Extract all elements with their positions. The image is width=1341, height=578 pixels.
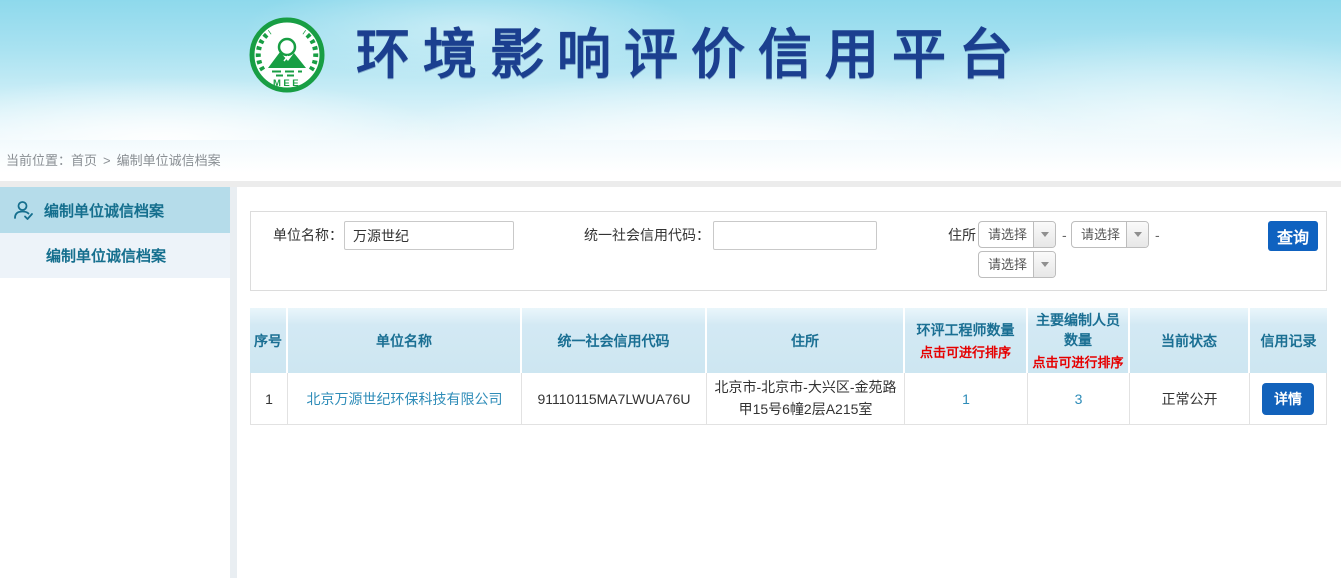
- header-status: 当前状态: [1130, 308, 1250, 373]
- credit-code-label: 统一社会信用代码：: [584, 221, 710, 249]
- table-row: 1 北京万源世纪环保科技有限公司 91110115MA7LWUA76U 北京市-…: [250, 373, 1327, 425]
- main-panel: 单位名称： 统一社会信用代码： 住所： 请选择 - 请选择 - 请选择: [237, 187, 1341, 578]
- query-button[interactable]: 查询: [1268, 221, 1318, 251]
- site-header: MEE 环境影响评价信用平台: [0, 0, 1341, 140]
- content-area: 编制单位诚信档案 编制单位诚信档案 单位名称： 统一社会信用代码： 住所： 请选…: [0, 187, 1341, 578]
- header-engineer-count-label: 环评工程师数量: [907, 320, 1024, 340]
- cell-address: 北京市-北京市-大兴区-金苑路甲15号6幢2层A215室: [707, 373, 905, 425]
- address-dash-1: -: [1062, 221, 1067, 249]
- breadcrumb: 当前位置：首页 > 编制单位诚信档案: [0, 140, 1341, 181]
- header-credit-code: 统一社会信用代码: [522, 308, 707, 373]
- sidebar-subitem-label: 编制单位诚信档案: [46, 245, 166, 266]
- brand: MEE 环境影响评价信用平台: [0, 0, 1341, 94]
- address-city-select[interactable]: 请选择: [1071, 221, 1149, 248]
- staff-count-link[interactable]: 3: [1075, 391, 1083, 407]
- mee-logo: MEE: [248, 16, 326, 94]
- header-unit-name: 单位名称: [288, 308, 522, 373]
- user-check-icon: [12, 199, 34, 221]
- breadcrumb-home-link[interactable]: 首页: [71, 153, 97, 168]
- breadcrumb-current: 编制单位诚信档案: [117, 153, 221, 168]
- page-title: 环境影响评价信用平台: [356, 16, 1026, 94]
- search-panel: 单位名称： 统一社会信用代码： 住所： 请选择 - 请选择 - 请选择: [250, 211, 1327, 291]
- cell-status: 正常公开: [1130, 373, 1250, 425]
- cell-credit-code: 91110115MA7LWUA76U: [522, 373, 707, 425]
- unit-name-label: 单位名称：: [273, 221, 343, 249]
- province-select-value: 请选择: [979, 222, 1033, 247]
- chevron-down-icon[interactable]: [1033, 252, 1055, 277]
- header-staff-count-label: 主要编制人员数量: [1030, 310, 1126, 350]
- chevron-down-icon[interactable]: [1126, 222, 1148, 247]
- header-index: 序号: [250, 308, 288, 373]
- sidebar: 编制单位诚信档案 编制单位诚信档案: [0, 187, 230, 578]
- engineer-count-link[interactable]: 1: [962, 391, 970, 407]
- header-address: 住所: [707, 308, 905, 373]
- sidebar-subitem-unit-credit-archive[interactable]: 编制单位诚信档案: [0, 233, 230, 278]
- address-dash-2: -: [1155, 221, 1160, 249]
- chevron-down-icon[interactable]: [1033, 222, 1055, 247]
- engineer-sort-hint[interactable]: 点击可进行排序: [907, 342, 1024, 361]
- detail-button[interactable]: 详情: [1262, 383, 1314, 415]
- credit-code-input[interactable]: [713, 221, 877, 250]
- page: MEE 环境影响评价信用平台 当前位置：首页 > 编制单位诚信档案 编制单位诚信档案: [0, 0, 1341, 578]
- header-staff-count[interactable]: 主要编制人员数量 点击可进行排序: [1028, 308, 1130, 373]
- address-province-select[interactable]: 请选择: [978, 221, 1056, 248]
- staff-sort-hint[interactable]: 点击可进行排序: [1030, 352, 1126, 371]
- unit-name-input[interactable]: [344, 221, 514, 250]
- logo-mee-text: MEE: [273, 78, 301, 89]
- column-gap: [230, 187, 237, 578]
- district-select-value: 请选择: [979, 252, 1033, 277]
- table-header-row: 序号 单位名称 统一社会信用代码 住所 环评工程师数量 点击可进行排序 主要编制…: [250, 308, 1327, 373]
- header-credit-record: 信用记录: [1250, 308, 1327, 373]
- cell-index: 1: [250, 373, 288, 425]
- city-select-value: 请选择: [1072, 222, 1126, 247]
- sidebar-item-label: 编制单位诚信档案: [44, 200, 164, 221]
- results-table: 序号 单位名称 统一社会信用代码 住所 环评工程师数量 点击可进行排序 主要编制…: [250, 308, 1327, 425]
- breadcrumb-separator: >: [103, 153, 111, 168]
- breadcrumb-label: 当前位置：: [6, 153, 71, 168]
- sidebar-item-unit-credit-archive[interactable]: 编制单位诚信档案: [0, 187, 230, 233]
- company-name-link[interactable]: 北京万源世纪环保科技有限公司: [307, 391, 503, 407]
- header-engineer-count[interactable]: 环评工程师数量 点击可进行排序: [905, 308, 1028, 373]
- address-district-select[interactable]: 请选择: [978, 251, 1056, 278]
